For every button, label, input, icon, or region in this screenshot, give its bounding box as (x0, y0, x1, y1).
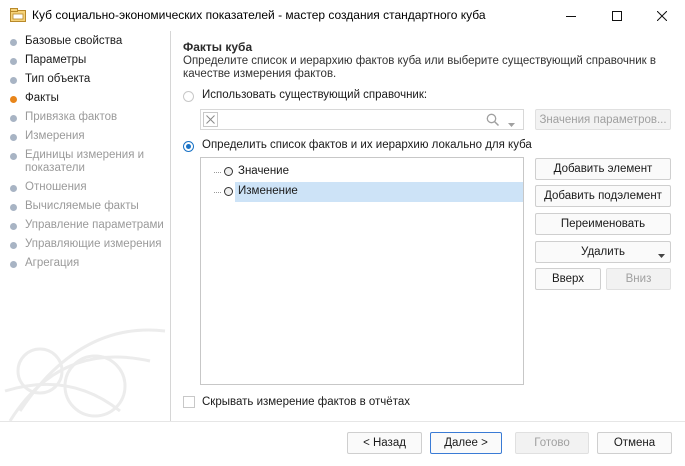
sidebar-item-label: Вычисляемые факты (25, 200, 139, 212)
page-description: Определите список и иерархию фактов куба… (183, 55, 657, 80)
sidebar-divider (170, 31, 171, 421)
step-dot-icon (10, 134, 17, 141)
delete-button-label: Удалить (581, 246, 625, 258)
sidebar-item-label: Единицы измерения и показатели (25, 149, 145, 174)
add-child-element-button[interactable]: Добавить подэлемент (535, 185, 671, 207)
tree-item-label: Значение (238, 165, 289, 177)
sidebar-item-label: Привязка фактов (25, 111, 118, 123)
sidebar-item-dimensions: Измерения (0, 130, 170, 145)
step-done-dot-icon (10, 39, 17, 46)
tree-item-change[interactable]: Изменение (201, 182, 523, 202)
step-active-dot-icon (10, 96, 17, 103)
finish-button[interactable]: Готово (515, 432, 589, 454)
sidebar-item-object-type[interactable]: Тип объекта (0, 73, 170, 88)
sidebar-item-facts[interactable]: Факты (0, 92, 170, 107)
hide-facts-dimension-label: Скрывать измерение фактов в отчётах (202, 396, 410, 408)
step-dot-icon (10, 185, 17, 192)
tree-item-label: Изменение (238, 185, 298, 197)
dictionary-combobox[interactable] (200, 109, 524, 130)
minimize-button[interactable] (548, 0, 594, 31)
step-done-dot-icon (10, 77, 17, 84)
add-element-button[interactable]: Добавить элемент (535, 158, 671, 180)
page-title: Факты куба (183, 40, 253, 54)
move-up-button[interactable]: Вверх (535, 268, 601, 290)
sidebar-item-relations: Отношения (0, 181, 170, 196)
maximize-button[interactable] (594, 0, 640, 31)
sidebar-item-label: Базовые свойства (25, 35, 123, 47)
fact-node-icon (224, 187, 233, 196)
sidebar-item-calculated-facts: Вычисляемые факты (0, 200, 170, 215)
hide-facts-dimension-checkbox[interactable] (183, 396, 195, 408)
tree-connector (214, 172, 221, 173)
step-dot-icon (10, 223, 17, 230)
footer-divider (0, 421, 685, 422)
sidebar-item-label: Параметры (25, 54, 87, 66)
sidebar-item-label: Управление параметрами (25, 219, 164, 231)
step-dot-icon (10, 261, 17, 268)
use-existing-dictionary-radio[interactable] (183, 91, 194, 102)
sidebar-item-label: Факты (25, 92, 59, 104)
title-bar: Куб социально-экономических показателей … (0, 0, 685, 31)
window-title: Куб социально-экономических показателей … (32, 8, 486, 22)
sidebar-item-parameters[interactable]: Параметры (0, 54, 170, 69)
cube-window-icon (10, 8, 26, 22)
chevron-down-icon[interactable] (508, 117, 515, 131)
tree-item-value[interactable]: Значение (201, 162, 523, 182)
wizard-steps-sidebar: Базовые свойства Параметры Тип объекта Ф… (0, 31, 170, 421)
define-locally-label: Определить список фактов и их иерархию л… (202, 139, 532, 151)
sidebar-item-control-dimensions: Управляющие измерения (0, 238, 170, 253)
step-dot-icon (10, 153, 17, 160)
sidebar-item-label: Тип объекта (25, 73, 91, 85)
back-button[interactable]: < Назад (347, 432, 422, 454)
tree-connector (214, 192, 221, 193)
close-button[interactable] (639, 0, 685, 31)
sidebar-item-units: Единицы измерения и показатели (0, 149, 170, 177)
clear-icon[interactable] (203, 112, 218, 127)
step-dot-icon (10, 204, 17, 211)
sidebar-item-fact-binding: Привязка фактов (0, 111, 170, 126)
step-done-dot-icon (10, 58, 17, 65)
sidebar-item-label: Отношения (25, 181, 87, 193)
sidebar-item-aggregation: Агрегация (0, 257, 170, 272)
sidebar-item-label: Агрегация (25, 257, 80, 269)
define-locally-radio[interactable] (183, 141, 194, 152)
step-dot-icon (10, 242, 17, 249)
parameter-values-button[interactable]: Значения параметров... (535, 109, 671, 130)
facts-tree[interactable]: Значение Изменение (200, 157, 524, 385)
rename-button[interactable]: Переименовать (535, 213, 671, 235)
delete-button[interactable]: Удалить (535, 241, 671, 263)
sidebar-item-base-properties[interactable]: Базовые свойства (0, 35, 170, 50)
search-icon[interactable] (486, 113, 500, 130)
step-dot-icon (10, 115, 17, 122)
use-existing-dictionary-label: Использовать существующий справочник: (202, 89, 428, 101)
move-down-button[interactable]: Вниз (606, 268, 671, 290)
next-button[interactable]: Далее > (430, 432, 502, 454)
fact-node-icon (224, 167, 233, 176)
cancel-button[interactable]: Отмена (597, 432, 672, 454)
sidebar-item-label: Управляющие измерения (25, 238, 162, 250)
chevron-down-icon[interactable] (658, 250, 665, 262)
sidebar-item-parameter-management: Управление параметрами (0, 219, 170, 234)
sidebar-item-label: Измерения (25, 130, 85, 142)
